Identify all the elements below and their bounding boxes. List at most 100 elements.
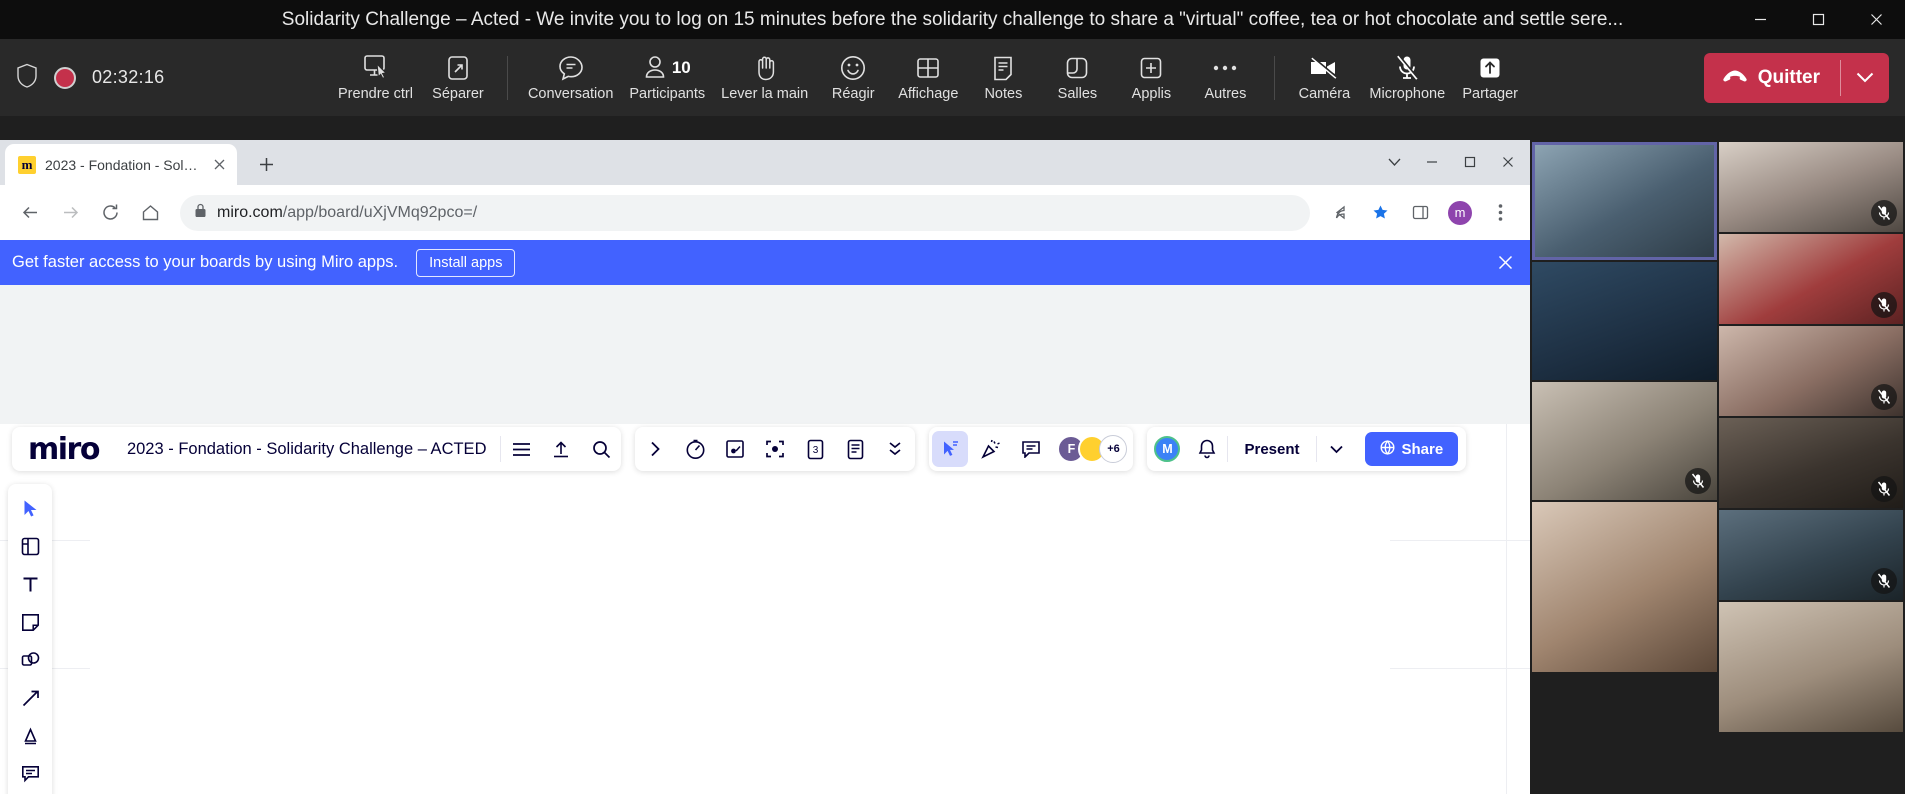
sidepanel-icon[interactable] — [1402, 195, 1438, 231]
browser-close-button[interactable] — [1490, 146, 1526, 178]
board-title[interactable]: 2023 - Fondation - Solidarity Challenge … — [113, 440, 501, 459]
svg-text:3: 3 — [813, 445, 819, 456]
notification-text: Get faster access to your boards by usin… — [12, 253, 399, 271]
share-button[interactable]: Share — [1364, 432, 1459, 466]
tool-comment-icon[interactable] — [12, 756, 48, 792]
toolbar-view[interactable]: Affichage — [890, 49, 966, 106]
reactions-icon — [839, 53, 867, 83]
miro-app: Thien Hoang Frank Enrique Christopher Ro… — [0, 424, 1530, 794]
participant-video-tile[interactable] — [1532, 382, 1717, 500]
toolbar-microphone[interactable]: Microphone — [1361, 49, 1453, 106]
chevron-double-down-icon[interactable] — [875, 427, 915, 471]
participant-video-tile[interactable] — [1719, 326, 1903, 416]
apps-plus-icon — [1138, 53, 1164, 83]
home-icon[interactable] — [132, 195, 168, 231]
teams-minimize-button[interactable] — [1731, 0, 1789, 39]
focus-icon[interactable] — [755, 427, 795, 471]
bookmark-star-icon[interactable] — [1362, 195, 1398, 231]
tool-shapes-icon[interactable] — [12, 642, 48, 678]
miro-top-bar: miro 2023 - Fondation - Solidarity Chall… — [0, 424, 1530, 474]
search-icon[interactable] — [581, 427, 621, 471]
toolbar-more[interactable]: Autres — [1188, 49, 1262, 106]
participant-video-tile[interactable] — [1719, 602, 1903, 732]
timer-icon[interactable] — [675, 427, 715, 471]
miro-logo[interactable]: miro — [12, 432, 113, 467]
profile-initial: m — [1448, 200, 1472, 225]
present-button[interactable]: Present — [1228, 441, 1315, 458]
cursor-select-icon[interactable] — [932, 431, 969, 467]
frame-icon[interactable] — [715, 427, 755, 471]
browser-tab-active[interactable]: m 2023 - Fondation - Solidarity Ch — [5, 144, 237, 185]
card-icon[interactable]: 3 — [795, 427, 835, 471]
toolbar-rooms[interactable]: Salles — [1040, 49, 1114, 106]
back-arrow-icon[interactable] — [12, 195, 48, 231]
microphone-off-icon — [1871, 292, 1897, 318]
document-icon[interactable] — [835, 427, 875, 471]
url-address-bar[interactable]: miro.com/app/board/uXjVMq92pco=/ — [180, 194, 1310, 231]
toolbar-participants[interactable]: 10 Participants — [621, 49, 713, 106]
toolbar-take-control-label: Prendre ctrl — [338, 86, 413, 102]
toolbar-view-label: Affichage — [898, 86, 959, 102]
leave-button[interactable]: Quitter — [1704, 53, 1840, 103]
toolbar-react[interactable]: Réagir — [816, 49, 890, 106]
tool-text-icon[interactable] — [12, 566, 48, 602]
participant-video-tile[interactable] — [1719, 234, 1903, 324]
tool-pen-icon[interactable] — [12, 718, 48, 754]
participant-video-tile[interactable] — [1719, 418, 1903, 508]
miro-board-panel: miro 2023 - Fondation - Solidarity Chall… — [12, 427, 622, 471]
kebab-menu-icon[interactable] — [1482, 195, 1518, 231]
new-tab-button[interactable] — [249, 147, 283, 181]
participant-video-tile[interactable] — [1532, 262, 1717, 380]
browser-maximize-button[interactable] — [1452, 146, 1488, 178]
reload-icon[interactable] — [92, 195, 128, 231]
toolbar-apps[interactable]: Applis — [1114, 49, 1188, 106]
present-chevron-down-icon[interactable] — [1317, 427, 1357, 471]
browser-collapse-button[interactable] — [1376, 146, 1412, 178]
participant-video-tile[interactable] — [1719, 510, 1903, 600]
chevron-right-icon[interactable] — [635, 427, 675, 471]
user-avatar[interactable]: M — [1147, 427, 1187, 471]
avatar[interactable]: m — [1442, 195, 1478, 231]
participant-video-tile[interactable] — [1532, 142, 1717, 260]
tab-close-icon[interactable] — [209, 155, 229, 175]
tool-cursor-select-icon[interactable] — [12, 490, 48, 526]
toolbar-share[interactable]: Partager — [1453, 49, 1527, 106]
shield-icon — [16, 63, 38, 93]
participant-video-tile[interactable] — [1532, 502, 1717, 672]
url-domain: miro.com — [217, 203, 283, 221]
upload-icon[interactable] — [541, 427, 581, 471]
miro-install-notification-bar: Get faster access to your boards by usin… — [0, 240, 1530, 285]
tool-sticky-note-icon[interactable] — [12, 604, 48, 640]
microphone-off-icon — [1871, 568, 1897, 594]
teams-close-button[interactable] — [1847, 0, 1905, 39]
hamburger-menu-icon[interactable] — [501, 427, 541, 471]
browser-minimize-button[interactable] — [1414, 146, 1450, 178]
participant-video-tile[interactable] — [1719, 142, 1903, 232]
meeting-title: Solidarity Challenge – Acted - We invite… — [281, 8, 1624, 30]
toolbar-notes[interactable]: Notes — [966, 49, 1040, 106]
toolbar-separate[interactable]: Séparer — [421, 49, 495, 106]
teams-maximize-button[interactable] — [1789, 0, 1847, 39]
install-apps-button[interactable]: Install apps — [416, 248, 516, 277]
toolbar-chat-label: Conversation — [527, 86, 614, 102]
celebrate-icon[interactable] — [971, 427, 1011, 471]
toolbar-divider-1 — [506, 55, 508, 100]
toolbar-raise-hand[interactable]: Lever la main — [713, 49, 816, 106]
view-layout-icon — [915, 53, 941, 83]
toolbar-chat[interactable]: Conversation — [520, 49, 621, 106]
toolbar-take-control[interactable]: Prendre ctrl — [330, 49, 421, 106]
notification-close-icon[interactable] — [1492, 250, 1518, 276]
user-avatar-initial: M — [1154, 436, 1181, 462]
notification-bell-icon[interactable] — [1187, 427, 1227, 471]
leave-options-button[interactable] — [1841, 53, 1889, 103]
toolbar-camera[interactable]: Caméra — [1287, 49, 1361, 106]
toolbar-react-label: Réagir — [831, 86, 875, 102]
share-icon[interactable] — [1322, 195, 1358, 231]
camera-off-icon — [1308, 53, 1340, 83]
forward-arrow-icon[interactable] — [52, 195, 88, 231]
comment-icon[interactable] — [1011, 427, 1051, 471]
collaborator-overflow-count[interactable]: +6 — [1099, 435, 1128, 463]
tool-connector-line-icon[interactable] — [12, 680, 48, 716]
tool-templates-icon[interactable] — [12, 528, 48, 564]
miro-favicon: m — [18, 155, 36, 174]
